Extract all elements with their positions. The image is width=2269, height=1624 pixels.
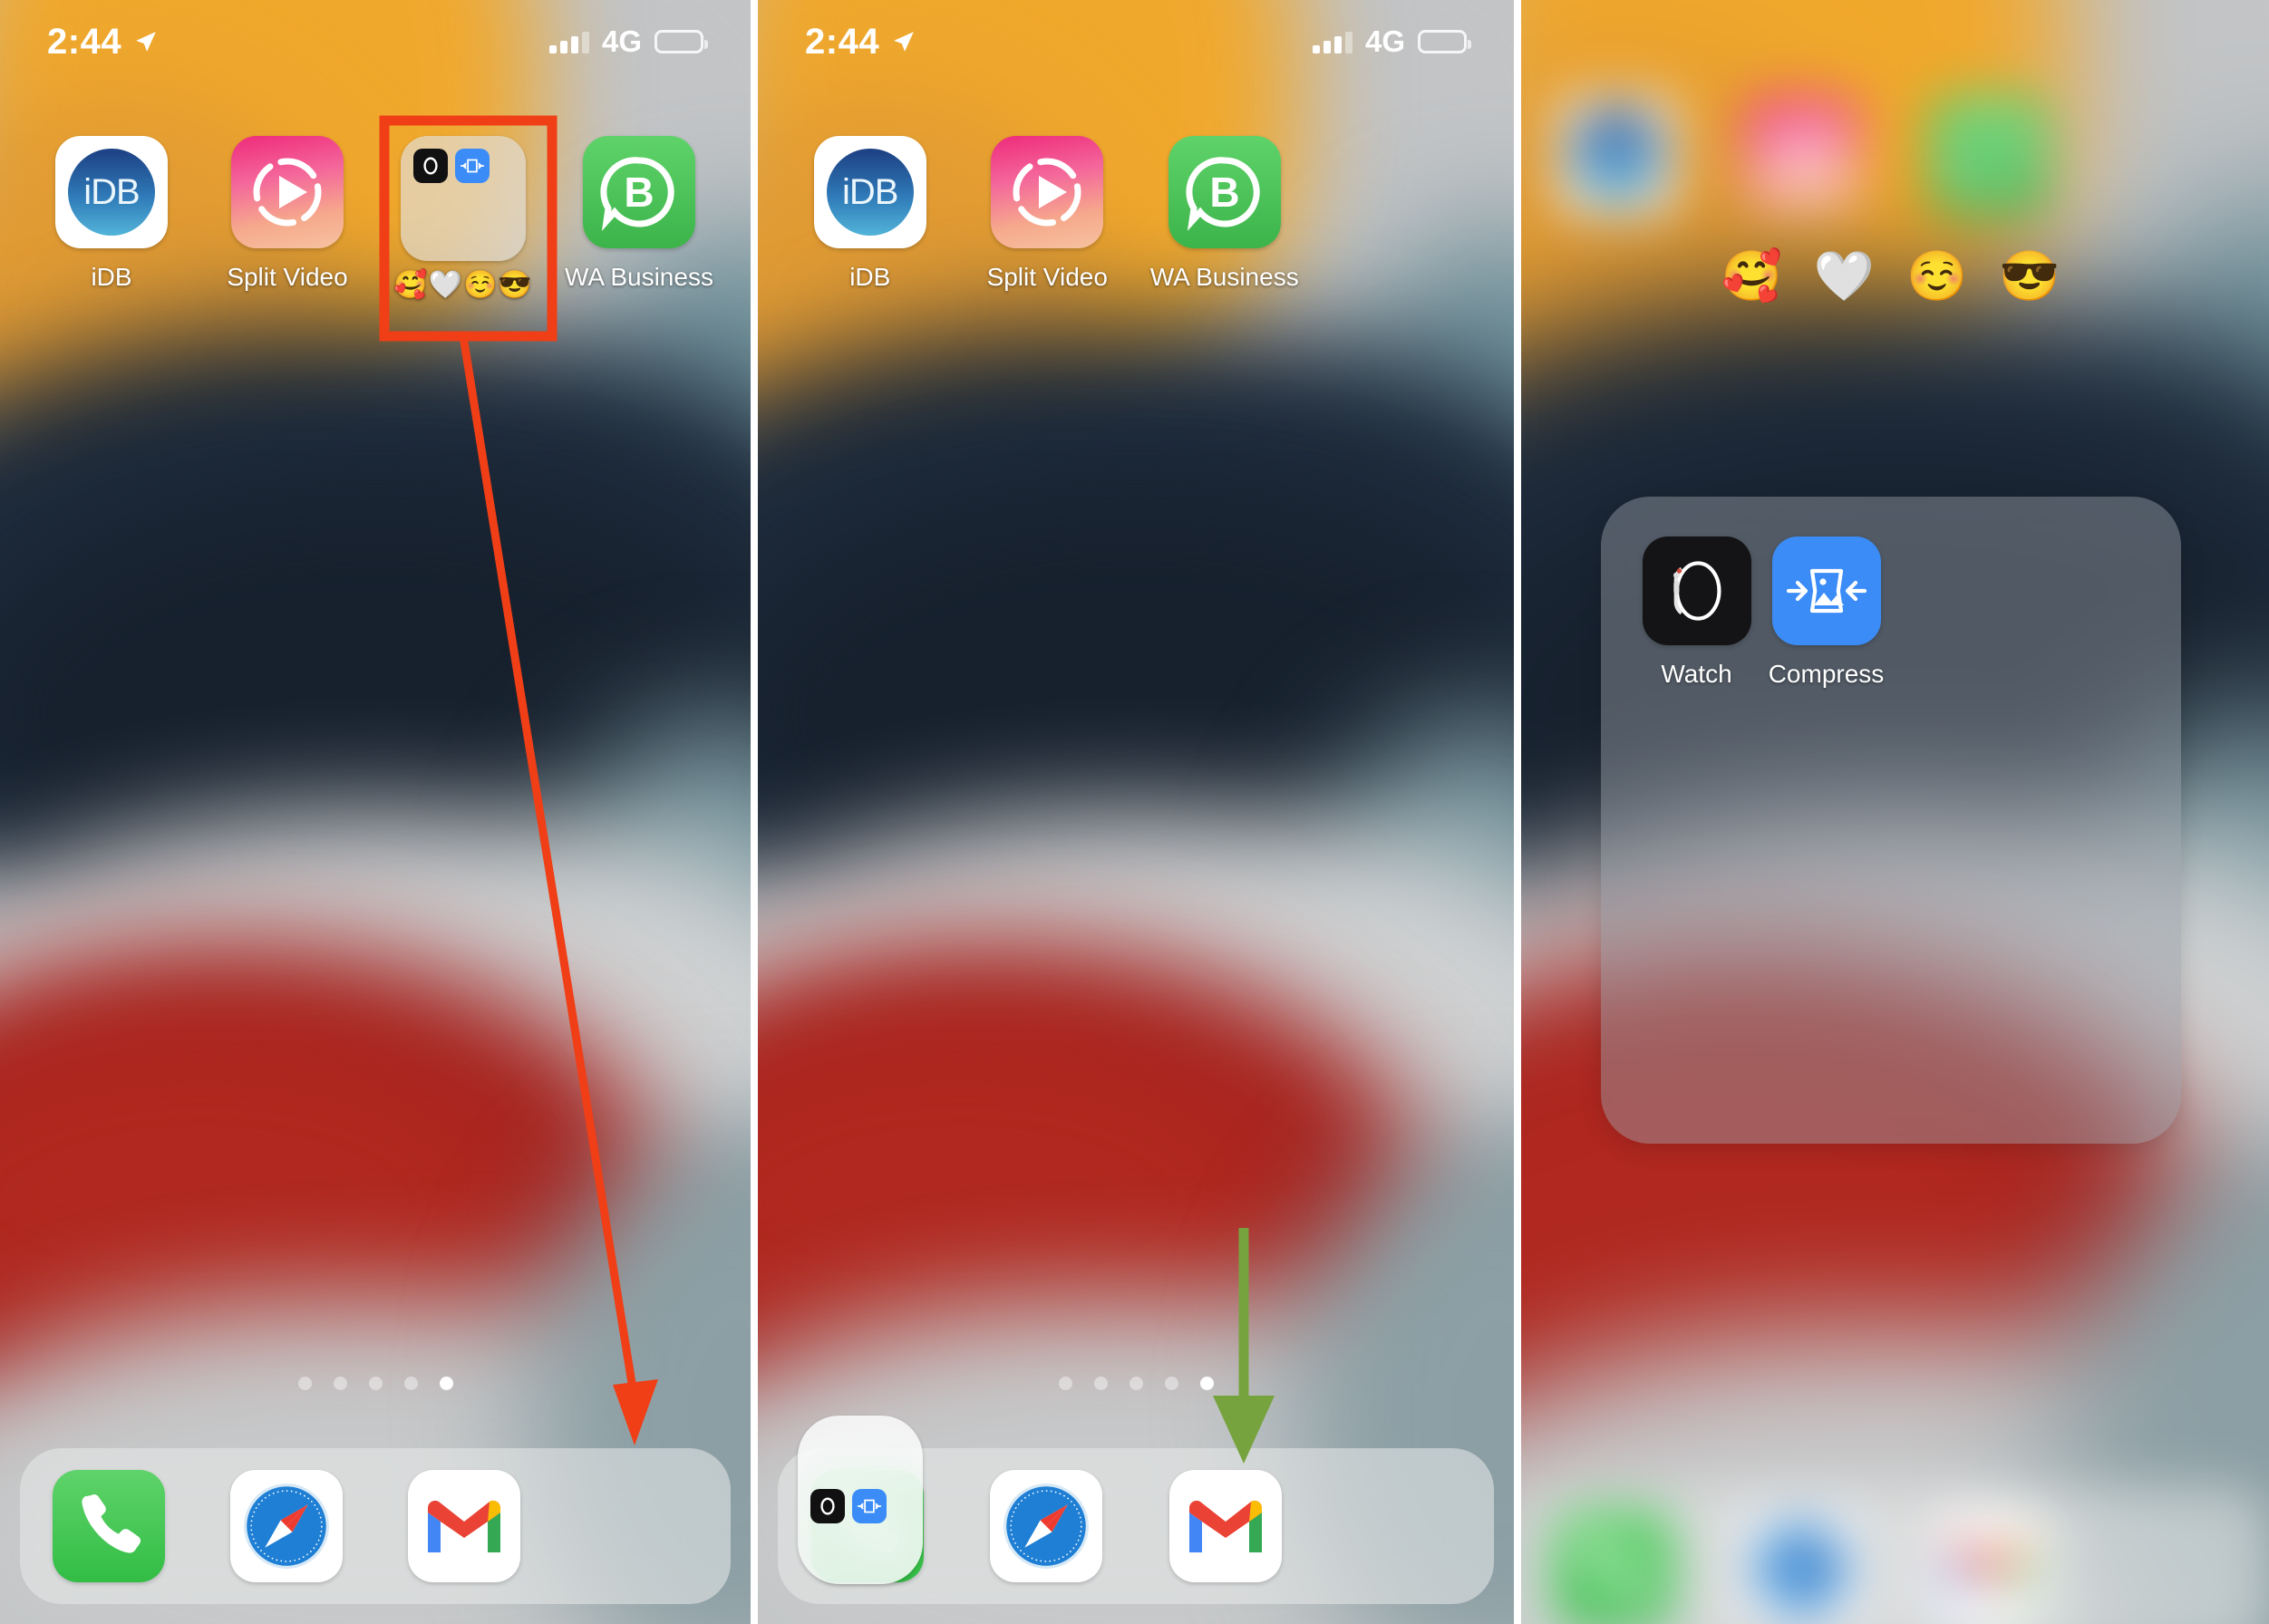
whatsapp-business-app-icon[interactable]: B — [583, 136, 695, 248]
compress-image-glyph — [1786, 568, 1867, 614]
dock-item-safari[interactable] — [198, 1470, 375, 1582]
safari-compass-icon — [1004, 1484, 1090, 1569]
app-icon-split-video[interactable]: Split Video — [199, 136, 375, 299]
split-video-app-icon[interactable] — [991, 136, 1104, 248]
status-time: 2:44 — [805, 21, 880, 62]
page-dot[interactable] — [1058, 1377, 1072, 1390]
apple-watch-mini-icon — [413, 149, 448, 183]
dock-folder-icon[interactable] — [798, 1416, 923, 1584]
safari-app-icon[interactable] — [990, 1470, 1103, 1582]
open-folder-page: Watch Compress — [1601, 497, 2181, 1144]
status-bar: 2:44 4G — [0, 0, 751, 83]
folder-slot-empty — [2021, 536, 2150, 689]
dock-item-safari[interactable] — [957, 1470, 1137, 1582]
page-dot-active[interactable] — [439, 1377, 453, 1390]
app-icon-idb[interactable]: iDB iDB — [781, 136, 959, 292]
cellular-bars-icon — [548, 30, 589, 53]
safari-app-icon[interactable] — [230, 1470, 343, 1582]
folder-app-watch[interactable]: Watch — [1632, 536, 1761, 689]
page-dot[interactable] — [403, 1377, 418, 1390]
page-dot-active[interactable] — [1199, 1377, 1214, 1390]
app-icon-split-video[interactable]: Split Video — [959, 136, 1137, 292]
folder-label: 🥰🤍☺️😎 — [393, 270, 533, 300]
status-network: 4G — [601, 24, 642, 58]
play-dashed-circle-icon — [253, 158, 322, 227]
app-grid: iDB iDB Split Video 🥰🤍☺️😎 B WA Business — [0, 136, 751, 299]
idb-glyph: iDB — [826, 149, 914, 236]
split-video-app-icon[interactable] — [231, 136, 344, 248]
status-network: 4G — [1364, 24, 1405, 58]
compress-mini-icon — [852, 1489, 887, 1523]
dock-item-gmail[interactable] — [375, 1470, 553, 1582]
status-bar: 2:44 4G — [758, 0, 1514, 83]
gmail-app-icon[interactable] — [408, 1470, 520, 1582]
apple-watch-mini-icon — [810, 1489, 845, 1523]
idb-app-icon[interactable]: iDB — [813, 136, 926, 248]
folder-app-label: Watch — [1661, 660, 1732, 688]
gmail-app-icon[interactable] — [1168, 1470, 1282, 1582]
app-label: WA Business — [565, 263, 713, 291]
panel-folder-open: iDB 🥰 🤍 ☺️ 😎 Watch Compress — [1521, 0, 2269, 1624]
page-dot[interactable] — [368, 1377, 383, 1390]
safari-compass-icon — [244, 1484, 329, 1569]
page-dot[interactable] — [1129, 1377, 1143, 1390]
page-dots[interactable] — [0, 1377, 751, 1390]
location-arrow-icon — [894, 32, 914, 52]
play-dashed-circle-icon — [1013, 158, 1081, 227]
dock — [778, 1416, 1494, 1604]
app-label: iDB — [849, 263, 891, 291]
page-dot[interactable] — [297, 1377, 312, 1390]
whatsapp-bubble-b-icon: B — [600, 157, 674, 231]
status-time: 2:44 — [47, 21, 122, 62]
compress-mini-icon — [455, 149, 490, 183]
app-label: WA Business — [1149, 263, 1299, 291]
page-dot[interactable] — [333, 1377, 347, 1390]
idb-app-icon[interactable]: iDB — [55, 136, 168, 248]
app-icon-wa-business[interactable]: B WA Business — [551, 136, 727, 299]
folder-app-compress[interactable]: Compress — [1761, 536, 1891, 689]
app-label: iDB — [91, 263, 132, 291]
page-dot[interactable] — [1164, 1377, 1178, 1390]
app-folder-icon[interactable] — [401, 136, 526, 261]
app-folder[interactable]: 🥰🤍☺️😎 — [375, 136, 551, 299]
app-label: Split Video — [227, 263, 348, 291]
svg-text:B: B — [1209, 169, 1239, 216]
folder-app-label: Compress — [1768, 660, 1885, 688]
idb-glyph: iDB — [68, 149, 155, 236]
panel-home-before: 2:44 4G iDB iDB Split Video 🥰🤍☺️😎 B WA B… — [0, 0, 751, 1624]
dock — [20, 1448, 731, 1604]
svg-text:B: B — [624, 169, 654, 216]
gmail-m-icon — [428, 1500, 500, 1552]
apple-watch-glyph — [1673, 561, 1721, 621]
battery-full-icon — [1418, 30, 1471, 53]
location-arrow-icon — [136, 32, 156, 52]
app-icon-idb[interactable]: iDB iDB — [24, 136, 199, 299]
cellular-bars-icon — [1312, 30, 1353, 53]
app-grid: iDB iDB Split Video B WA Business — [758, 136, 1514, 292]
whatsapp-business-app-icon[interactable]: B — [1168, 136, 1281, 248]
page-dots[interactable] — [758, 1377, 1514, 1390]
phone-app-icon[interactable] — [53, 1470, 165, 1582]
compress-app-icon[interactable] — [1771, 536, 1881, 645]
dock-item-phone[interactable] — [20, 1470, 198, 1582]
app-slot-empty — [1314, 136, 1491, 292]
panel-home-after: 2:44 4G iDB iDB Split Video B WA Busines… — [758, 0, 1514, 1624]
page-dot[interactable] — [1093, 1377, 1108, 1390]
apple-watch-app-icon[interactable] — [1642, 536, 1751, 645]
folder-title: 🥰 🤍 ☺️ 😎 — [1721, 249, 2070, 304]
gmail-m-icon — [1188, 1500, 1262, 1552]
three-panel-screenshot: 2:44 4G iDB iDB Split Video 🥰🤍☺️😎 B WA B… — [0, 0, 2269, 1624]
dock-item-gmail[interactable] — [1136, 1470, 1315, 1582]
folder-slot-empty — [1891, 536, 2021, 689]
battery-full-icon — [655, 30, 708, 53]
app-label: Split Video — [986, 263, 1108, 291]
whatsapp-bubble-b-icon: B — [1186, 157, 1260, 231]
app-icon-wa-business[interactable]: B WA Business — [1136, 136, 1314, 292]
